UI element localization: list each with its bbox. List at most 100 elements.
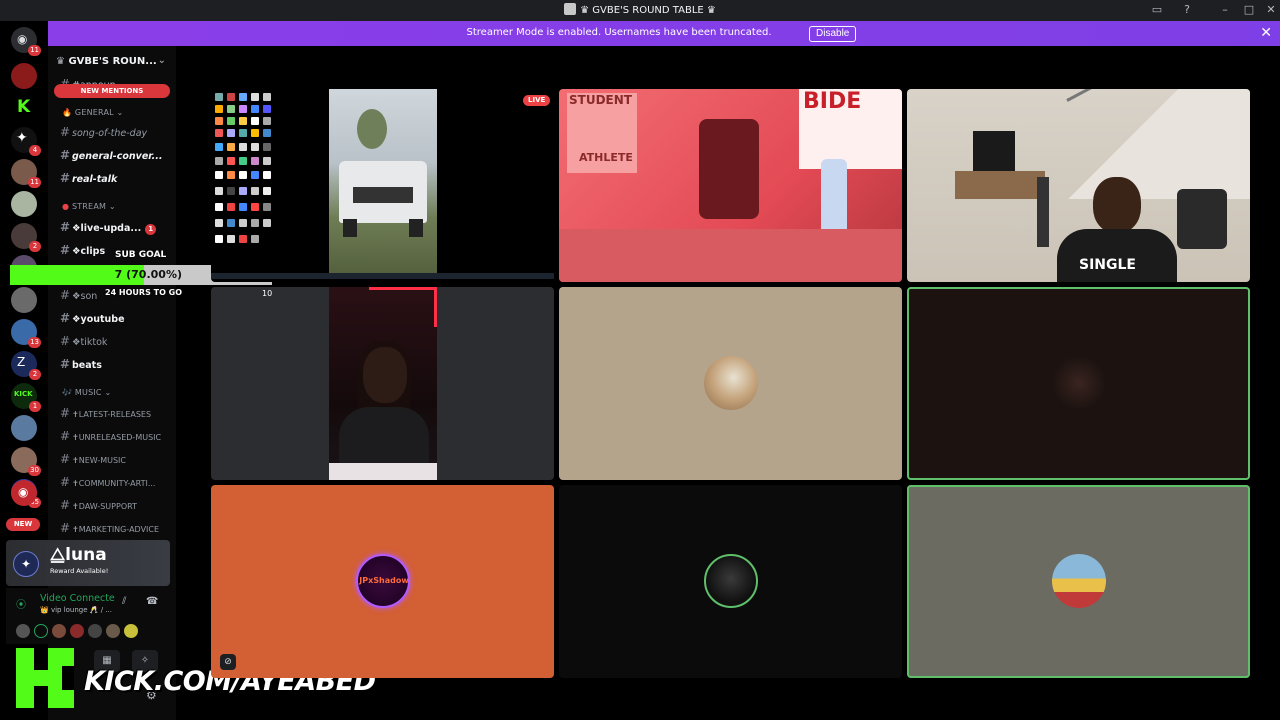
channel-daw-support[interactable]: # ✝DAW-SUPPORT	[60, 498, 137, 512]
video-tile[interactable]	[559, 485, 902, 678]
category-stream[interactable]: ● STREAM ⌄	[62, 202, 116, 211]
voice-channel: 👑 vip lounge 🥂 / ...	[40, 606, 112, 614]
avatar[interactable]	[70, 624, 84, 638]
window-title: ♛ GVBE'S ROUND TABLE ♛	[0, 3, 1280, 16]
server-icon[interactable]	[11, 63, 37, 89]
channel-tiktok[interactable]: # ❖tiktok	[60, 334, 107, 348]
server-icon[interactable]: 11	[11, 159, 41, 188]
voice-connection-panel: ⦿ Video Connecte 👑 vip lounge 🥂 / ... ⫽ …	[6, 588, 170, 644]
server-icon[interactable]: ✦ 4	[11, 127, 41, 156]
new-mentions-pill[interactable]: NEW MENTIONS	[54, 84, 170, 98]
server-icon[interactable]	[11, 191, 37, 217]
avatar[interactable]	[34, 624, 48, 638]
sub-goal-time: 24 HOURS TO GO	[105, 288, 183, 297]
luna-reward-card[interactable]: ✦ ⧋luna Reward Available!	[6, 540, 170, 586]
server-icon[interactable]: KICK 1	[11, 383, 41, 412]
avatar-label: JPxShadow	[359, 576, 409, 585]
disconnect-icon[interactable]: ☎	[146, 596, 158, 607]
channel-live-updates[interactable]: # ❖live-upda... 1	[60, 220, 157, 235]
tv-stand	[955, 171, 1045, 199]
avatar	[704, 356, 758, 410]
live-badge: LIVE	[523, 95, 551, 106]
discord-home-icon[interactable]: ◉ 11	[11, 27, 41, 56]
avatar[interactable]	[106, 624, 120, 638]
luna-subtitle: Reward Available!	[50, 567, 109, 575]
shirt-text: SINGLE	[1079, 257, 1136, 273]
avatar[interactable]	[16, 624, 30, 638]
server-icon[interactable]: 13	[11, 319, 41, 348]
video-tile[interactable]	[907, 287, 1250, 480]
desk	[559, 229, 902, 282]
screen-share-desktop	[213, 91, 283, 261]
streamer-mode-banner: Streamer Mode is enabled. Usernames have…	[48, 21, 1280, 46]
avatar[interactable]	[88, 624, 102, 638]
video-tile[interactable]: 10	[211, 287, 554, 480]
guild-badge: 11	[28, 45, 41, 56]
new-badge: NEW	[6, 518, 40, 531]
guild-badge: 2	[29, 369, 41, 380]
person-head	[1093, 177, 1141, 233]
kick-logo-icon	[16, 648, 74, 708]
server-icon[interactable]	[11, 415, 37, 441]
banner-message: Streamer Mode is enabled. Usernames have…	[466, 27, 772, 38]
inbox-icon[interactable]: ▭	[1150, 3, 1164, 17]
video-tile[interactable]: JPxShadow	[211, 485, 554, 678]
avatar[interactable]	[52, 624, 66, 638]
guild-badge: 30	[28, 465, 41, 476]
category-music[interactable]: 🎶 MUSIC ⌄	[62, 388, 111, 397]
chair	[1177, 189, 1227, 249]
channel-beats[interactable]: # beats	[60, 357, 102, 371]
channel-unreleased-music[interactable]: # ✝UNRELEASED-MUSIC	[60, 429, 161, 443]
tv	[973, 131, 1015, 173]
app-icon	[564, 3, 577, 15]
guild-badge: 4	[29, 145, 41, 156]
bottle	[821, 159, 847, 239]
channel-marketing-advice[interactable]: # ✝MARKETING-ADVICE	[60, 521, 159, 535]
guild-badge: 11	[28, 177, 41, 188]
channel-community-artists[interactable]: # ✝COMMUNITY-ARTI...	[60, 475, 155, 489]
stairs	[1057, 89, 1250, 199]
close-icon[interactable]: ✕	[1260, 25, 1272, 41]
avatar	[1052, 356, 1106, 410]
server-icon[interactable]: 30	[11, 447, 41, 476]
microphone	[1037, 177, 1049, 247]
server-name[interactable]: ♛ GVBE'S ROUN...	[56, 56, 157, 67]
help-icon[interactable]: ?	[1180, 3, 1194, 17]
video-tile[interactable]	[559, 287, 902, 480]
taskbar	[211, 273, 554, 279]
video-tile[interactable]: SINGLE	[907, 89, 1250, 282]
avatar[interactable]	[124, 624, 138, 638]
signal-icon[interactable]: ⦿	[16, 596, 26, 611]
server-icon[interactable]: Z2	[11, 351, 41, 380]
video-tile[interactable]	[907, 485, 1250, 678]
luna-logo-icon: ✦	[13, 551, 39, 577]
category-general[interactable]: 🔥 GENERAL ⌄	[62, 108, 123, 117]
disable-button[interactable]: Disable	[809, 26, 857, 42]
close-window-icon[interactable]: ✕	[1264, 3, 1278, 17]
kick-server-icon[interactable]: K	[11, 95, 37, 121]
banner-flag-text: BIDE	[803, 89, 862, 114]
minimize-icon[interactable]: –	[1218, 3, 1232, 17]
server-icon[interactable]: ◉	[11, 480, 37, 506]
channel-song-of-the-day[interactable]: # song-of-the-day	[60, 125, 147, 139]
camera-off-icon[interactable]: ⊘	[220, 654, 236, 670]
maximize-icon[interactable]: □	[1242, 3, 1256, 17]
avatar: JPxShadow	[356, 554, 410, 608]
channel-real-talk[interactable]: # real-talk	[60, 171, 117, 185]
sub-goal-value: 7 (70.00%)	[114, 268, 182, 281]
person-body	[1057, 229, 1177, 282]
chevron-down-icon[interactable]: ⌄	[158, 55, 166, 66]
noise-suppression-icon[interactable]: ⫽	[122, 596, 126, 607]
channel-general-conversation[interactable]: # general-conver...	[60, 148, 162, 162]
channel-youtube[interactable]: # ❖youtube	[60, 311, 125, 325]
title-bar: ♛ GVBE'S ROUND TABLE ♛ ▭ ? – □ ✕	[0, 0, 1280, 21]
channel-latest-releases[interactable]: # ✝LATEST-RELEASES	[60, 406, 151, 420]
guild-badge: 13	[28, 337, 41, 348]
channel-new-music[interactable]: # ✝NEW-MUSIC	[60, 452, 126, 466]
screen-share-tile[interactable]	[211, 89, 554, 282]
avatar	[704, 554, 758, 608]
luna-name: ⧋luna	[50, 545, 107, 565]
avatar	[1052, 554, 1106, 608]
video-tile[interactable]: STUDENT ATHLETE BIDE	[559, 89, 902, 282]
truck-photo	[329, 89, 437, 273]
